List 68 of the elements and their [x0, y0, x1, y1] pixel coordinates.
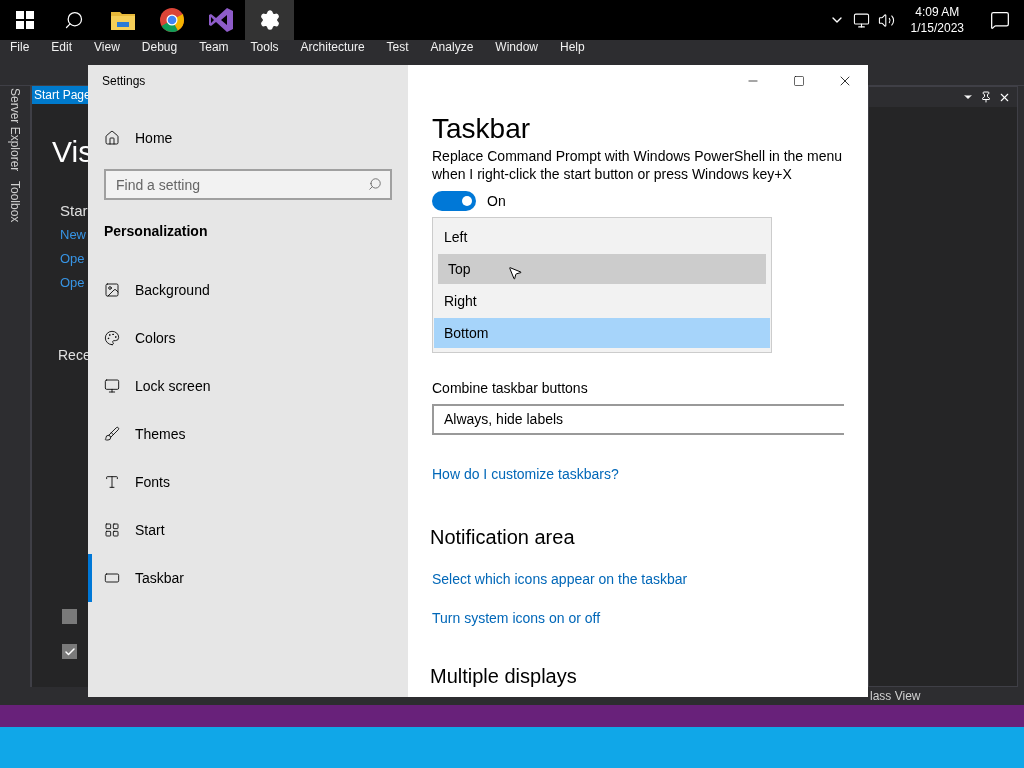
menu-item[interactable]: Window	[495, 40, 538, 54]
list-option[interactable]: Right	[434, 286, 770, 316]
menu-item[interactable]: Help	[560, 40, 585, 54]
start-link[interactable]: Ope	[60, 246, 88, 271]
section-heading: Multiple displays	[430, 664, 577, 689]
picture-icon	[104, 282, 120, 298]
maximize-icon	[793, 75, 805, 87]
palette-icon	[104, 330, 120, 346]
nav-item[interactable]: Themes	[88, 410, 408, 458]
monitor-icon	[104, 378, 120, 394]
menu-item[interactable]: Edit	[51, 40, 73, 54]
browser-icon[interactable]	[158, 7, 185, 33]
taskbar-icon	[104, 570, 120, 586]
page-title: Taskbar	[432, 112, 531, 146]
nav-item[interactable]: Fonts	[88, 458, 408, 506]
nav-item[interactable]: Lock screen	[88, 362, 408, 410]
list-option[interactable]: Left	[434, 222, 770, 252]
menu-item[interactable]: Team	[199, 40, 229, 54]
settings-link[interactable]: Select which icons appear on the taskbar	[432, 570, 688, 588]
clock-time[interactable]: 4:09 AM	[915, 4, 960, 20]
clock-date[interactable]: 1/15/2023	[910, 20, 964, 36]
search-field[interactable]: Find a setting	[104, 169, 392, 200]
nav-item[interactable]: Background	[88, 266, 408, 314]
volume-icon[interactable]	[877, 11, 895, 29]
brush-icon	[104, 426, 120, 442]
nav-item[interactable]: Taskbar	[88, 554, 408, 602]
list-option[interactable]: Top	[438, 254, 766, 284]
list-option[interactable]: Bottom	[434, 318, 770, 348]
checkbox[interactable]	[62, 644, 77, 659]
field-label: Combine taskbar buttons	[432, 379, 588, 397]
side-tab[interactable]: Toolbox	[5, 181, 25, 223]
folder-icon[interactable]	[110, 10, 135, 30]
start-link[interactable]: New	[60, 222, 88, 247]
menu-item[interactable]: Debug	[141, 40, 178, 54]
search-icon[interactable]	[63, 10, 84, 30]
combine-select[interactable]: Always, hide labels	[432, 404, 844, 435]
tiles-icon	[104, 522, 120, 538]
window-title: Settings	[102, 73, 146, 90]
panel-tab[interactable]: lass View	[870, 687, 921, 705]
toggle-label: On	[487, 191, 506, 211]
network-icon[interactable]	[852, 11, 870, 29]
home-item[interactable]: Home	[88, 121, 408, 155]
home-icon	[104, 130, 120, 146]
menu-item[interactable]: Analyze	[430, 40, 474, 54]
nav-item[interactable]: Colors	[88, 314, 408, 362]
notification-icon[interactable]	[990, 10, 1010, 30]
settings-link[interactable]: Turn system icons on or off	[432, 609, 601, 627]
infinity-logo-icon[interactable]	[207, 7, 234, 33]
category-heading: Personalization	[103, 222, 209, 241]
checkbox[interactable]	[62, 609, 77, 624]
section-heading: Notification area	[430, 525, 575, 550]
menu-item[interactable]: Tools	[250, 40, 279, 54]
menu-item[interactable]: File	[10, 40, 30, 54]
toggle-switch[interactable]	[432, 191, 476, 211]
menu-item[interactable]: View	[94, 40, 120, 54]
start-link[interactable]: Ope	[60, 270, 88, 295]
windows-logo-icon[interactable]	[15, 11, 34, 29]
help-link[interactable]: How do I customize taskbars?	[432, 465, 619, 483]
section-heading: Star	[60, 201, 88, 221]
menu-item[interactable]: Test	[386, 40, 409, 54]
taskbar-app[interactable]	[245, 0, 294, 40]
nav-item[interactable]: Start	[88, 506, 408, 554]
pin-icon[interactable]	[980, 91, 992, 103]
font-icon	[104, 474, 120, 490]
menu-item[interactable]: Architecture	[300, 40, 365, 54]
side-tab[interactable]: Server Explorer	[5, 88, 25, 172]
setting-description: Replace Command Prompt with Windows PowerShell in the menu when I right-click the start button or press Windows key+X	[432, 147, 844, 183]
mouse-pointer-icon	[507, 265, 523, 281]
